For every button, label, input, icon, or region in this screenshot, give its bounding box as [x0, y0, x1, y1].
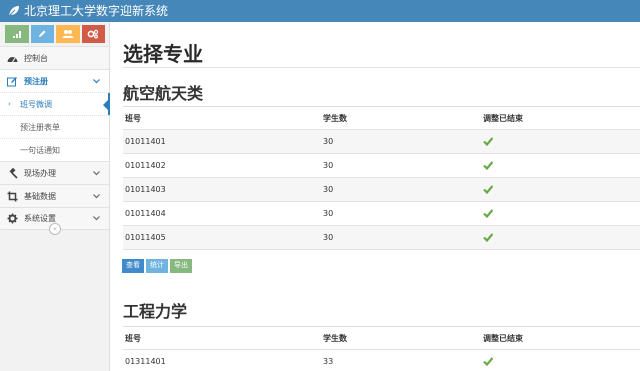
sidebar-subitem-label: 预注册表单 — [20, 122, 60, 132]
column-header-student-count[interactable]: 学生数 — [323, 113, 483, 124]
dashboard-icon — [6, 52, 18, 64]
sidebar-item-label: 预注册 — [24, 76, 48, 86]
table-actions: 查看 统计 导出 — [122, 259, 192, 273]
cell-class-no: 01311401 — [125, 357, 166, 366]
table-header-row: 班号 学生数 调整已结束 — [123, 327, 640, 350]
cell-student-count: 30 — [323, 209, 334, 218]
main-content: 选择专业 航空航天类 班号 学生数 调整已结束 01011401 30 0101… — [111, 22, 640, 371]
collapse-sidebar-button[interactable]: « — [49, 223, 61, 235]
sidebar-item-label: 基础数据 — [24, 191, 56, 201]
divider — [123, 67, 640, 68]
pencil-shortcut-button[interactable] — [30, 25, 54, 43]
signal-icon — [12, 31, 21, 38]
check-icon — [483, 184, 493, 194]
sidebar-subitem-class-adjust[interactable]: › 班号微调 — [0, 92, 110, 115]
table-row[interactable]: 01011403 30 — [123, 178, 640, 202]
table-row[interactable]: 01011401 30 — [123, 130, 640, 154]
cell-class-no: 01011401 — [125, 137, 166, 146]
class-table-mechanics: 班号 学生数 调整已结束 01311401 33 — [123, 326, 640, 371]
shortcut-buttons — [0, 22, 109, 46]
check-icon — [483, 356, 493, 366]
table-row[interactable]: 01011402 30 — [123, 154, 640, 178]
users-icon — [62, 30, 74, 38]
cogs-shortcut-button[interactable] — [81, 25, 105, 43]
column-header-class-no[interactable]: 班号 — [123, 333, 323, 344]
sidebar-subitem-preregister-form[interactable]: 预注册表单 — [0, 115, 109, 138]
chevron-down-icon — [91, 78, 101, 84]
sidebar-item-dashboard[interactable]: 控制台 — [0, 46, 109, 69]
export-button[interactable]: 导出 — [170, 259, 192, 273]
chevron-down-icon — [91, 193, 101, 199]
cell-class-no: 01011405 — [125, 233, 166, 242]
cogs-icon — [87, 29, 99, 39]
users-shortcut-button[interactable] — [56, 25, 80, 43]
cell-student-count: 33 — [323, 357, 334, 366]
check-icon — [483, 208, 493, 218]
check-icon — [483, 136, 493, 146]
leaf-icon — [8, 5, 20, 17]
table-row[interactable]: 01011404 30 — [123, 202, 640, 226]
cell-student-count: 30 — [323, 185, 334, 194]
section-title: 工程力学 — [123, 302, 188, 321]
column-header-class-no[interactable]: 班号 — [123, 113, 323, 124]
sidebar-item-base-data[interactable]: 基础数据 — [0, 184, 109, 207]
chevron-down-icon — [91, 170, 101, 176]
view-button[interactable]: 查看 — [122, 259, 144, 273]
app-title[interactable]: 北京理工大学数字迎新系统 — [24, 0, 168, 22]
table-row[interactable]: 01011405 30 — [123, 226, 640, 250]
sidebar-collapse: « — [0, 220, 110, 238]
sidebar-subitem-label: 班号微调 — [20, 99, 52, 109]
top-navbar: 北京理工大学数字迎新系统 — [0, 0, 640, 22]
cell-class-no: 01011402 — [125, 161, 166, 170]
class-table-aerospace: 班号 学生数 调整已结束 01011401 30 01011402 30 010… — [123, 106, 640, 250]
nav-menu: 控制台 预注册 › 班号微调 预注册表单 一句话通知 现场办理 基础数据 系统设… — [0, 46, 110, 230]
sidebar-item-label: 现场办理 — [24, 168, 56, 178]
sidebar-subitem-short-notice[interactable]: 一句话通知 — [0, 138, 109, 161]
crop-icon — [6, 190, 18, 202]
statistics-button[interactable]: 统计 — [146, 259, 168, 273]
sidebar-subitem-label: 一句话通知 — [20, 145, 60, 155]
column-header-student-count[interactable]: 学生数 — [323, 333, 483, 344]
edit-icon — [6, 75, 18, 87]
signal-shortcut-button[interactable] — [5, 25, 29, 43]
sidebar-item-preregister[interactable]: 预注册 — [0, 69, 109, 92]
cell-class-no: 01011404 — [125, 209, 166, 218]
sidebar-item-onsite[interactable]: 现场办理 — [0, 161, 109, 184]
pencil-icon — [39, 30, 46, 37]
preregister-submenu: › 班号微调 预注册表单 一句话通知 — [0, 92, 110, 161]
cell-class-no: 01011403 — [125, 185, 166, 194]
sidebar: 控制台 预注册 › 班号微调 预注册表单 一句话通知 现场办理 基础数据 系统设… — [0, 22, 110, 371]
cell-student-count: 30 — [323, 233, 334, 242]
sidebar-item-label: 控制台 — [24, 53, 48, 63]
table-row[interactable]: 01311401 33 — [123, 350, 640, 371]
gavel-icon — [6, 167, 18, 179]
cell-student-count: 30 — [323, 161, 334, 170]
check-icon — [483, 160, 493, 170]
page-title: 选择专业 — [123, 42, 203, 66]
column-header-adjust-done[interactable]: 调整已结束 — [483, 333, 640, 344]
table-header-row: 班号 学生数 调整已结束 — [123, 107, 640, 130]
caret-right-icon: › — [8, 100, 11, 108]
section-title: 航空航天类 — [123, 84, 204, 103]
column-header-adjust-done[interactable]: 调整已结束 — [483, 113, 640, 124]
check-icon — [483, 232, 493, 242]
cell-student-count: 30 — [323, 137, 334, 146]
